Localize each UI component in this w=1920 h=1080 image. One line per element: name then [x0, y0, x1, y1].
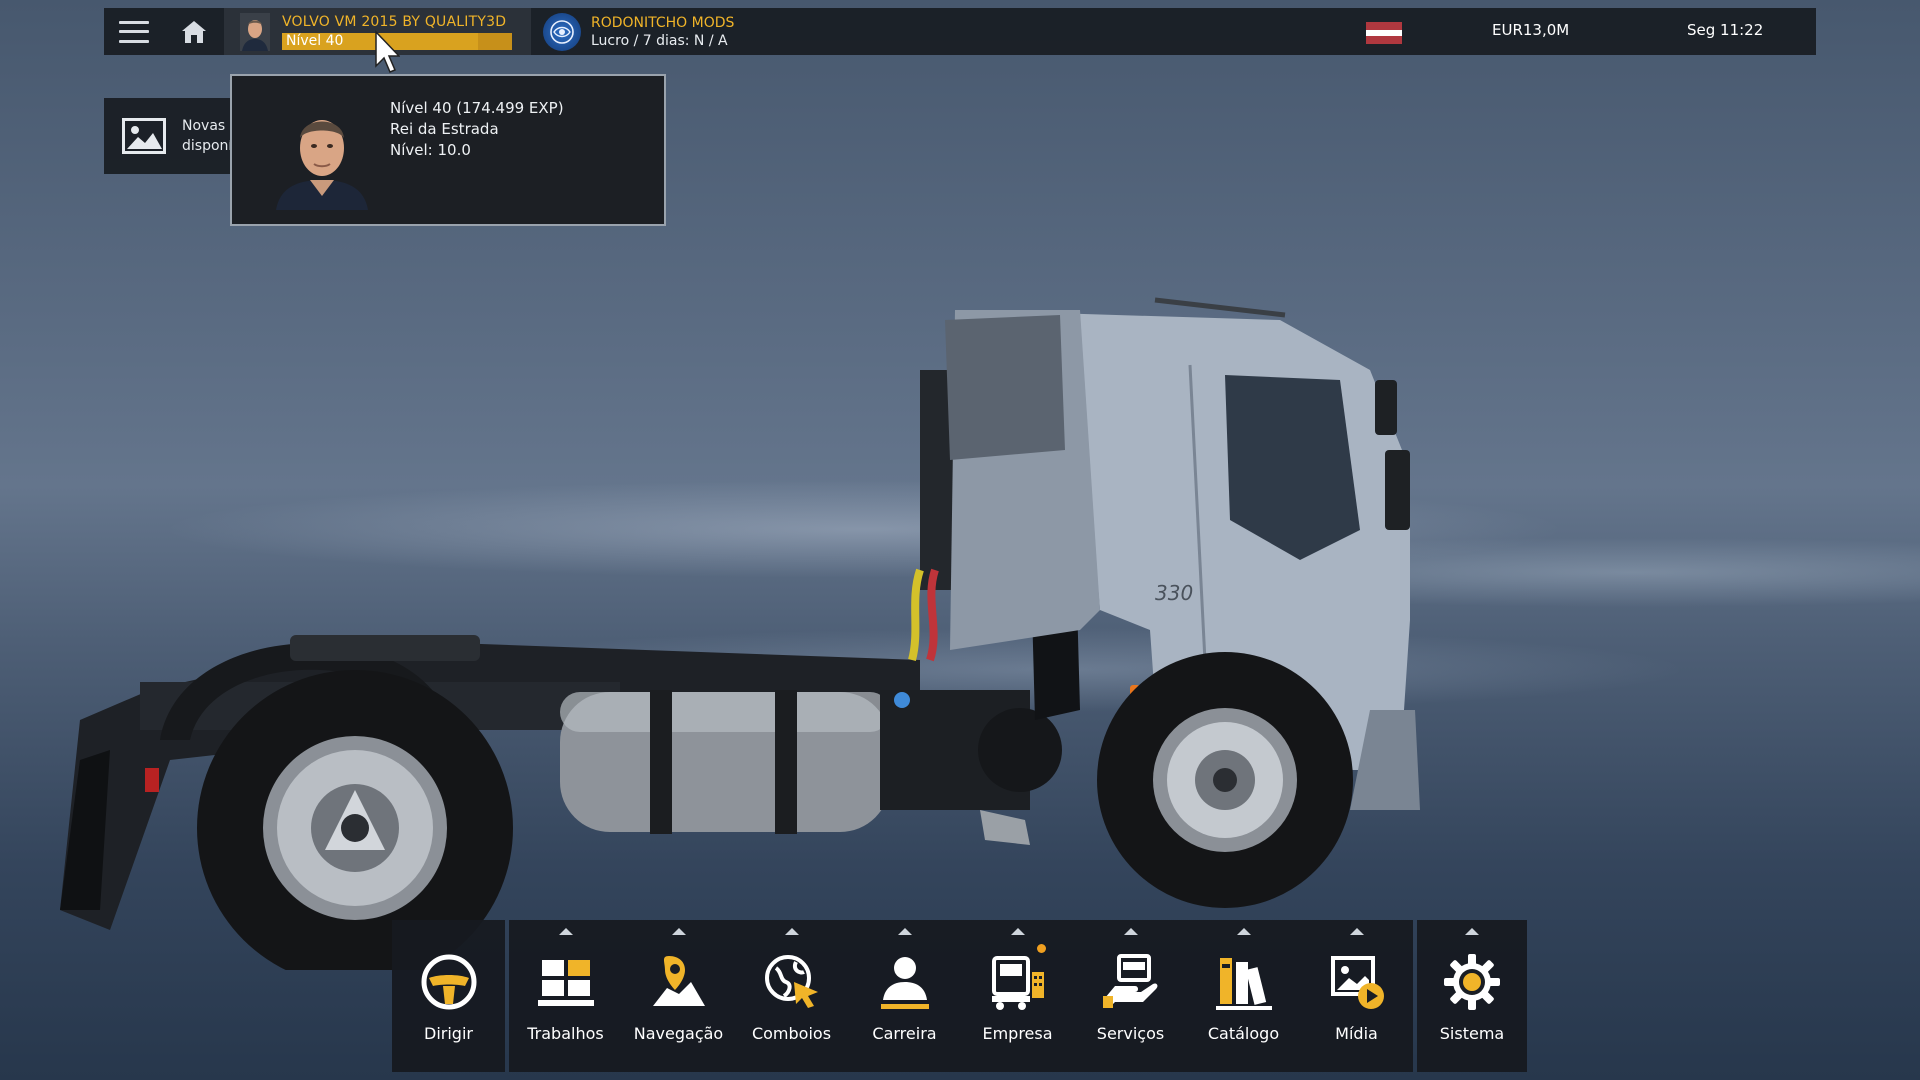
dock-item-media[interactable]: Mídia: [1300, 920, 1413, 1072]
profile-tooltip: Nível 40 (174.499 EXP) Rei da Estrada Ní…: [230, 74, 666, 226]
model-badge: 330: [1155, 581, 1193, 605]
caret-up-icon: [784, 928, 799, 935]
image-icon: [122, 118, 166, 154]
avatar: [240, 12, 270, 51]
tooltip-rank: Rei da Estrada: [390, 120, 499, 138]
dock-label-drive: Dirigir: [424, 1024, 473, 1043]
dock-label-career: Carreira: [872, 1024, 937, 1043]
home-button[interactable]: [164, 8, 224, 55]
globe-cursor-icon: [764, 955, 818, 1008]
dock-item-drive[interactable]: Dirigir: [392, 920, 505, 1072]
map-pin-icon: [652, 956, 705, 1006]
truck-model: 330: [60, 297, 1420, 970]
dock-item-convoys[interactable]: Comboios: [735, 920, 848, 1072]
caret-up-icon: [1236, 928, 1251, 935]
dock-item-system[interactable]: Sistema: [1417, 920, 1527, 1072]
caret-up-icon: [671, 928, 686, 935]
menu-icon: [119, 20, 149, 43]
dock-group-drive: Dirigir: [392, 920, 505, 1072]
books-icon: [1215, 958, 1272, 1010]
caret-up-icon: [897, 928, 912, 935]
home-icon: [182, 20, 206, 43]
dock-item-jobs[interactable]: Trabalhos: [509, 920, 622, 1072]
money-display: EUR13,0M: [1492, 21, 1570, 39]
dock-label-catalog: Catálogo: [1207, 1024, 1280, 1043]
dock-label-services: Serviços: [1096, 1024, 1165, 1043]
jobs-icon: [537, 960, 594, 1006]
service-hand-icon: [1102, 954, 1157, 1008]
caret-up-icon: [1123, 928, 1138, 935]
person-icon: [880, 957, 929, 1009]
dock-label-system: Sistema: [1439, 1024, 1505, 1043]
tooltip-level: Nível: 10.0: [390, 141, 471, 159]
top-bar: VOLVO VM 2015 BY QUALITY3D Nível 40 RODO…: [104, 8, 1816, 55]
gear-icon: [1444, 954, 1500, 1010]
caret-up-icon: [1465, 928, 1479, 935]
game-clock: Seg 11:22: [1687, 21, 1764, 39]
company-profit: Lucro / 7 dias: N / A: [591, 32, 728, 49]
flag-icon[interactable]: [1366, 22, 1402, 44]
dock-label-media: Mídia: [1335, 1024, 1378, 1043]
notification-dot-icon: [1037, 944, 1046, 953]
dock-item-navigation[interactable]: Navegação: [622, 920, 735, 1072]
bottom-dock: Dirigir Trabalhos Navegação Comboios Car…: [392, 920, 1527, 1072]
dock-item-company[interactable]: Empresa: [961, 920, 1074, 1072]
media-icon: [1330, 956, 1384, 1009]
dock-label-navigation: Navegação: [633, 1024, 724, 1043]
caret-up-icon: [1010, 928, 1025, 935]
company-logo-icon: [543, 12, 581, 51]
dock-label-jobs: Trabalhos: [527, 1024, 604, 1043]
company-name: RODONITCHO MODS: [591, 14, 735, 31]
company-truck-icon: [991, 956, 1044, 1010]
menu-button[interactable]: [104, 8, 164, 55]
dock-label-convoys: Comboios: [751, 1024, 832, 1043]
steering-wheel-icon: [421, 954, 476, 1010]
caret-up-icon: [1349, 928, 1364, 935]
mouse-cursor-icon: [375, 30, 400, 73]
dock-group-main: Trabalhos Navegação Comboios Carreira Em…: [509, 920, 1413, 1072]
profile-photo: [270, 100, 374, 210]
dock-item-catalog[interactable]: Catálogo: [1187, 920, 1300, 1072]
caret-up-icon: [558, 928, 573, 935]
company-panel[interactable]: RODONITCHO MODS Lucro / 7 dias: N / A: [543, 12, 735, 51]
dock-label-company: Empresa: [982, 1024, 1053, 1043]
dock-item-services[interactable]: Serviços: [1074, 920, 1187, 1072]
profile-name: VOLVO VM 2015 BY QUALITY3D: [282, 14, 507, 30]
dock-item-career[interactable]: Carreira: [848, 920, 961, 1072]
tooltip-level-exp: Nível 40 (174.499 EXP): [390, 99, 564, 117]
dock-group-system: Sistema: [1417, 920, 1527, 1072]
level-label: Nível 40: [286, 33, 344, 49]
